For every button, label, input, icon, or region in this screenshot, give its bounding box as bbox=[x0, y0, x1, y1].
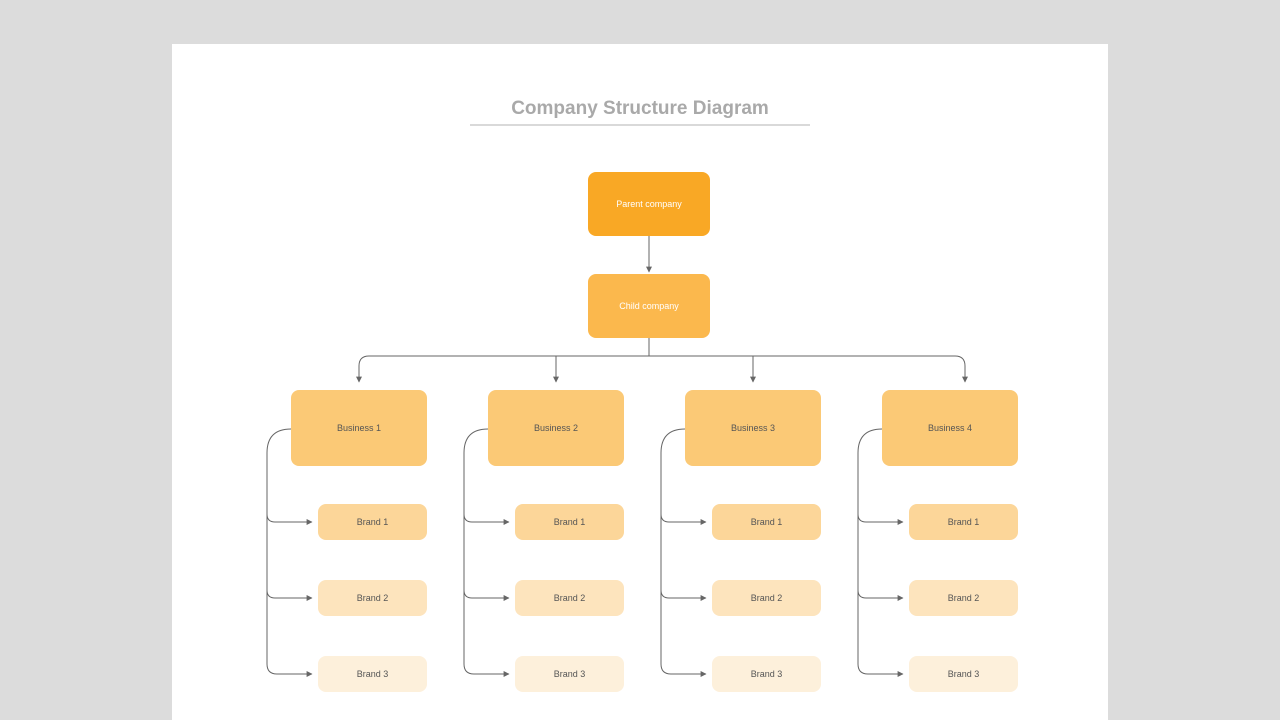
node-parent-company[interactable]: Parent company bbox=[588, 172, 710, 236]
node-business-4-brand-1[interactable]: Brand 1 bbox=[909, 504, 1018, 540]
node-label: Brand 2 bbox=[554, 593, 586, 603]
node-label: Business 3 bbox=[731, 423, 775, 433]
node-label: Brand 1 bbox=[751, 517, 783, 527]
node-label: Brand 3 bbox=[554, 669, 586, 679]
node-business-2-brand-3[interactable]: Brand 3 bbox=[515, 656, 624, 692]
node-label: Brand 1 bbox=[554, 517, 586, 527]
node-business-2-brand-1[interactable]: Brand 1 bbox=[515, 504, 624, 540]
connectors bbox=[172, 44, 1108, 720]
node-label: Parent company bbox=[616, 199, 682, 209]
node-label: Business 4 bbox=[928, 423, 972, 433]
node-label: Brand 3 bbox=[948, 669, 980, 679]
node-label: Brand 2 bbox=[948, 593, 980, 603]
node-label: Brand 3 bbox=[357, 669, 389, 679]
node-business-3-brand-2[interactable]: Brand 2 bbox=[712, 580, 821, 616]
node-business-1-brand-1[interactable]: Brand 1 bbox=[318, 504, 427, 540]
node-business-1-brand-2[interactable]: Brand 2 bbox=[318, 580, 427, 616]
node-business-4[interactable]: Business 4 bbox=[882, 390, 1018, 466]
node-label: Business 1 bbox=[337, 423, 381, 433]
node-label: Brand 2 bbox=[751, 593, 783, 603]
node-business-1-brand-3[interactable]: Brand 3 bbox=[318, 656, 427, 692]
node-business-4-brand-3[interactable]: Brand 3 bbox=[909, 656, 1018, 692]
node-business-2[interactable]: Business 2 bbox=[488, 390, 624, 466]
title-underline bbox=[470, 124, 810, 126]
node-business-1[interactable]: Business 1 bbox=[291, 390, 427, 466]
diagram-canvas: Company Structure Diagram bbox=[172, 44, 1108, 720]
node-label: Business 2 bbox=[534, 423, 578, 433]
node-business-3-brand-3[interactable]: Brand 3 bbox=[712, 656, 821, 692]
node-business-2-brand-2[interactable]: Brand 2 bbox=[515, 580, 624, 616]
diagram-title: Company Structure Diagram bbox=[470, 98, 810, 120]
node-label: Child company bbox=[619, 301, 679, 311]
node-business-4-brand-2[interactable]: Brand 2 bbox=[909, 580, 1018, 616]
node-label: Brand 1 bbox=[357, 517, 389, 527]
title-block: Company Structure Diagram bbox=[470, 98, 810, 126]
node-business-3[interactable]: Business 3 bbox=[685, 390, 821, 466]
node-label: Brand 2 bbox=[357, 593, 389, 603]
node-label: Brand 1 bbox=[948, 517, 980, 527]
node-child-company[interactable]: Child company bbox=[588, 274, 710, 338]
node-label: Brand 3 bbox=[751, 669, 783, 679]
node-business-3-brand-1[interactable]: Brand 1 bbox=[712, 504, 821, 540]
